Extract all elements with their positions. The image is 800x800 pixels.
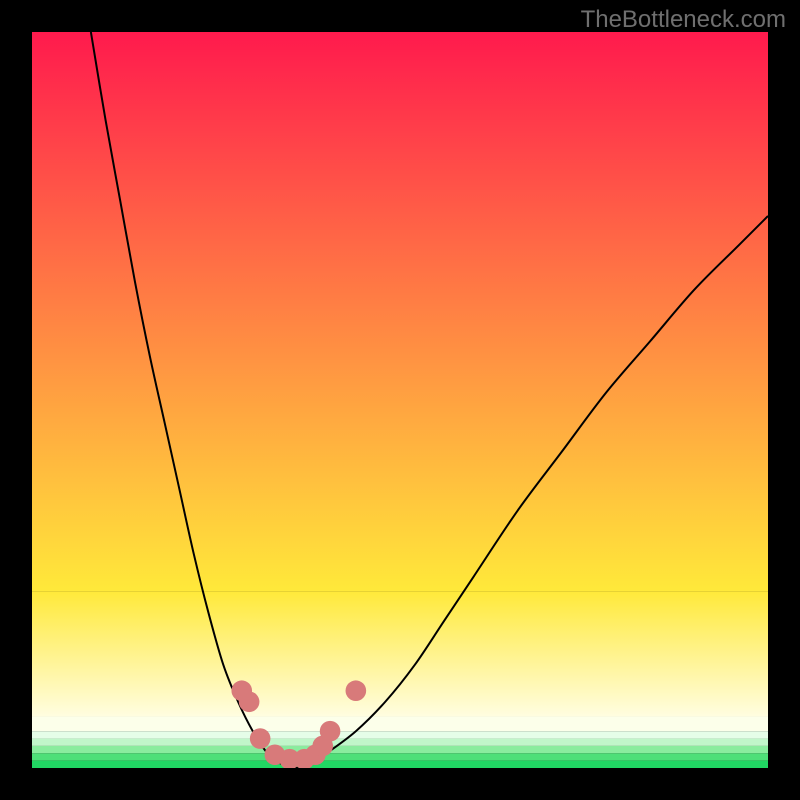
gradient-band — [32, 761, 768, 768]
data-point — [320, 721, 341, 742]
gradient-band — [32, 746, 768, 753]
data-point — [346, 680, 367, 701]
watermark-text: TheBottleneck.com — [581, 6, 786, 34]
gradient-band — [32, 716, 768, 731]
gradient-band — [32, 591, 768, 716]
gradient-band — [32, 739, 768, 746]
data-point — [250, 728, 271, 749]
gradient-band — [32, 32, 768, 591]
gradient-band — [32, 753, 768, 760]
bottleneck-chart — [32, 32, 768, 768]
gradient-band — [32, 731, 768, 738]
data-point — [239, 691, 260, 712]
